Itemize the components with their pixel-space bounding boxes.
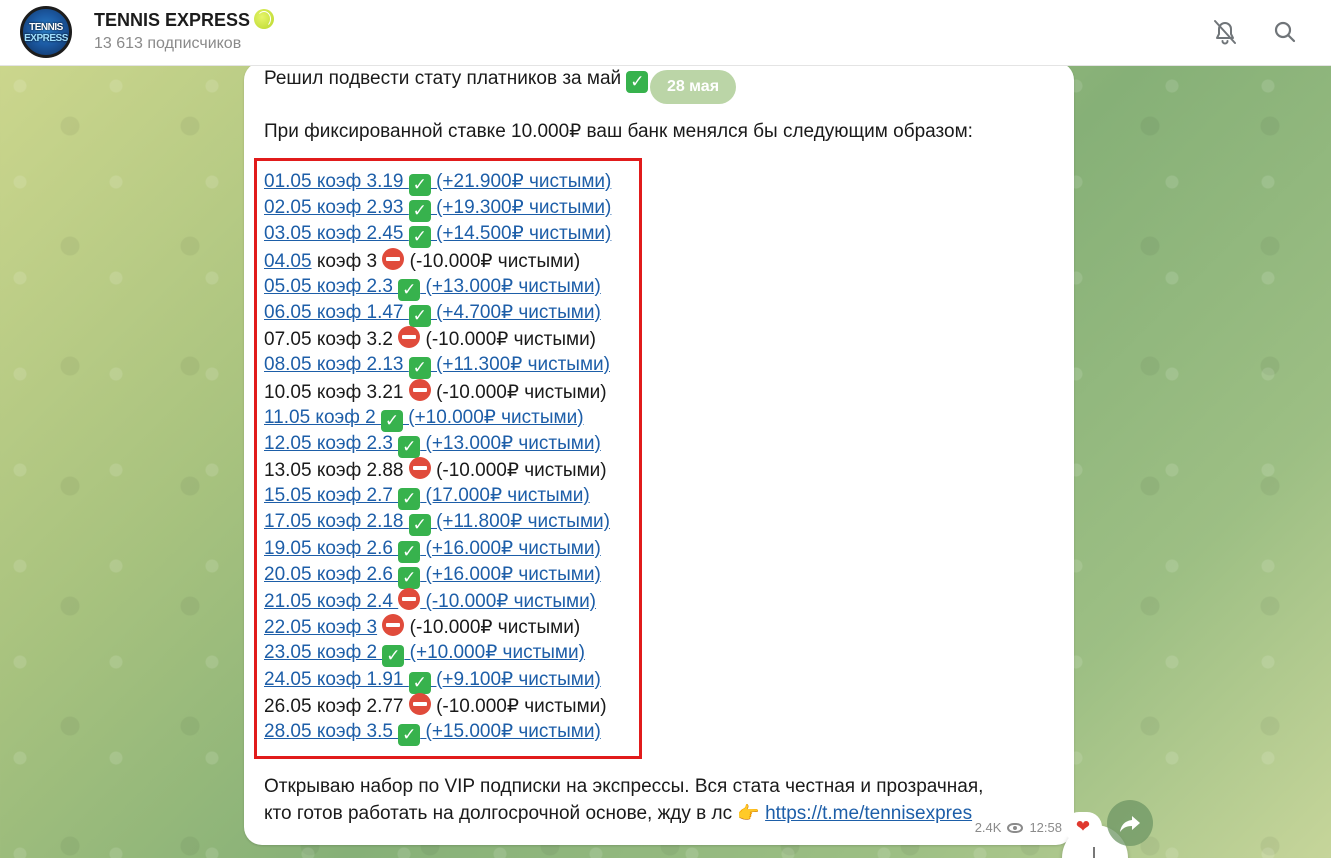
message-bubble: Решил подвести стату платников за май ✓ …: [244, 62, 1074, 845]
stats-row-text: коэф 3: [311, 250, 383, 272]
message-outro: Открываю набор по VIP подписки на экспре…: [264, 776, 984, 824]
subscriber-count: 13 613 подписчиков: [94, 35, 242, 52]
message-time: 12:58: [1029, 820, 1062, 835]
message-line2: При фиксированной ставке 10.000₽ ваш бан…: [264, 121, 973, 142]
stats-row-text: 10.05 коэф 3.21: [264, 381, 409, 403]
check-icon: ✓: [408, 174, 431, 196]
stats-row: 11.05 коэф 2 ✓ (+10.000₽ чистыми): [264, 405, 611, 432]
stats-row-result: (-10.000₽ чистыми): [404, 617, 581, 639]
channel-header: TENNIS EXPRESS TENNIS EXPRESS 13 613 под…: [0, 0, 1331, 66]
heart-reaction-icon[interactable]: ❤: [1064, 812, 1102, 842]
check-icon: ✓: [398, 435, 421, 458]
check-icon: ✓: [408, 200, 431, 223]
tennis-ball-icon: [254, 9, 275, 29]
stats-row-link[interactable]: 06.05 коэф 1.47 ✓ (+4.700₽ чистыми): [264, 302, 601, 327]
eye-icon: [1007, 823, 1024, 833]
bell-off-icon[interactable]: [1209, 16, 1241, 48]
stats-row: 23.05 коэф 2 ✓ (+10.000₽ чистыми): [264, 640, 611, 668]
stats-row: 05.05 коэф 2.3 ✓ (+13.000₽ чистыми): [264, 274, 611, 301]
stats-row: 13.05 коэф 2.88 (-10.000₽ чистыми): [264, 457, 611, 483]
stats-row: 10.05 коэф 3.21 (-10.000₽ чистыми): [264, 378, 611, 405]
stop-sign-icon: [408, 378, 431, 401]
stop-sign-icon: [408, 457, 431, 480]
stats-row: 26.05 коэф 2.77 (-10.000₽ чистыми): [264, 692, 611, 719]
stats-row: 07.05 коэф 3.2 (-10.000₽ чистыми): [264, 326, 611, 352]
check-icon: ✓: [408, 514, 431, 537]
avatar-line1: TENNIS: [29, 22, 63, 33]
stats-row-link[interactable]: 17.05 коэф 2.18 ✓ (+11.800₽ чистыми): [264, 511, 610, 537]
stats-row-link[interactable]: 19.05 коэф 2.6 ✓ (+16.000₽ чистыми): [264, 538, 601, 563]
stats-row-link[interactable]: 28.05 коэф 3.5 ✓ (+15.000₽ чистыми): [264, 721, 601, 746]
stop-sign-icon: [398, 588, 421, 610]
stats-row-result: (-10.000₽ чистыми): [404, 250, 581, 272]
channel-avatar[interactable]: TENNIS EXPRESS: [20, 6, 72, 58]
stats-row-link[interactable]: 05.05 коэф 2.3 ✓ (+13.000₽ чистыми): [264, 276, 601, 301]
stats-row: 20.05 коэф 2.6 ✓ (+16.000₽ чистыми): [264, 562, 611, 589]
stats-row-link[interactable]: 02.05 коэф 2.93 ✓ (+19.300₽ чистыми): [264, 197, 611, 223]
view-count: 2.4K: [974, 820, 1002, 835]
stats-row: 17.05 коэф 2.18 ✓ (+11.800₽ чистыми): [264, 509, 611, 537]
stats-row-link[interactable]: 20.05 коэф 2.6 ✓ (+16.000₽ чистыми): [264, 564, 601, 589]
stop-sign-icon: [408, 692, 431, 715]
check-icon: ✓: [626, 71, 649, 93]
check-icon: ✓: [398, 723, 421, 746]
stats-row: 19.05 коэф 2.6 ✓ (+16.000₽ чистыми): [264, 536, 611, 563]
stats-row-link[interactable]: 01.05 коэф 3.19 ✓ (+21.900₽ чистыми): [264, 171, 611, 196]
check-icon: ✓: [408, 671, 431, 694]
check-icon: ✓: [398, 540, 421, 563]
date-pill: 28 мая: [650, 70, 736, 104]
check-icon: ✓: [408, 357, 431, 380]
stats-row: 24.05 коэф 1.91 ✓ (+9.100₽ чистыми): [264, 667, 611, 694]
stats-row-link[interactable]: 11.05 коэф 2 ✓ (+10.000₽ чистыми): [264, 407, 584, 432]
check-icon: ✓: [398, 278, 421, 301]
stats-row-result: (-10.000₽ чистыми): [420, 329, 597, 351]
stats-row: 03.05 коэф 2.45 ✓ (+14.500₽ чистыми): [264, 221, 611, 249]
share-arrow-icon: [1120, 816, 1140, 832]
check-icon: ✓: [408, 304, 431, 327]
check-icon: ✓: [408, 226, 431, 249]
stats-row: 06.05 коэф 1.47 ✓ (+4.700₽ чистыми): [264, 300, 611, 327]
stats-row-text: 26.05 коэф 2.77: [264, 695, 409, 717]
stats-row: 21.05 коэф 2.4 (-10.000₽ чистыми): [264, 588, 611, 614]
stats-row-result: (-10.000₽ чистыми): [430, 460, 607, 482]
stats-row-link[interactable]: 21.05 коэф 2.4 (-10.000₽ чистыми): [264, 588, 596, 612]
stats-row: 15.05 коэф 2.7 ✓ (17.000₽ чистыми): [264, 483, 611, 511]
share-button[interactable]: [1107, 800, 1153, 846]
stats-row: 02.05 коэф 2.93 ✓ (+19.300₽ чистыми): [264, 195, 611, 223]
stats-row: 04.05 коэф 3 (-10.000₽ чистыми): [264, 247, 611, 274]
stats-row-link[interactable]: 23.05 коэф 2 ✓ (+10.000₽ чистыми): [264, 642, 585, 668]
stats-row: 28.05 коэф 3.5 ✓ (+15.000₽ чистыми): [264, 719, 611, 746]
check-icon: ✓: [382, 645, 405, 668]
stop-sign-icon: [382, 247, 405, 270]
stats-list: 01.05 коэф 3.19 ✓ (+21.900₽ чистыми) 02.0…: [264, 169, 611, 746]
stats-row: 01.05 коэф 3.19 ✓ (+21.900₽ чистыми): [264, 169, 611, 196]
telegram-link[interactable]: https://t.me/tennisexpres: [765, 803, 972, 824]
stats-row: 12.05 коэф 2.3 ✓ (+13.000₽ чистыми): [264, 431, 611, 458]
channel-title[interactable]: TENNIS EXPRESS: [94, 9, 275, 31]
stats-row: 22.05 коэф 3 (-10.000₽ чистыми): [264, 614, 611, 640]
stats-row-result: (-10.000₽ чистыми): [430, 381, 607, 403]
avatar-line2: EXPRESS: [24, 33, 68, 44]
message-meta: 2.4K 12:58: [975, 815, 1062, 841]
stats-row-link[interactable]: 24.05 коэф 1.91 ✓ (+9.100₽ чистыми): [264, 669, 601, 694]
stats-row: 08.05 коэф 2.13 ✓ (+11.300₽ чистыми): [264, 352, 611, 380]
check-icon: ✓: [380, 409, 403, 432]
stats-row-link[interactable]: 12.05 коэф 2.3 ✓ (+13.000₽ чистыми): [264, 433, 601, 458]
stats-row-link[interactable]: 15.05 коэф 2.7 ✓ (17.000₽ чистыми): [264, 485, 590, 511]
stats-row-text: 07.05 коэф 3.2: [264, 329, 399, 351]
stats-row-result: (-10.000₽ чистыми): [430, 695, 607, 717]
check-icon: ✓: [398, 488, 421, 511]
stats-row-date-link[interactable]: 04.05: [264, 251, 312, 272]
stats-row-link[interactable]: 22.05 коэф 3: [264, 617, 377, 638]
stats-row-link[interactable]: 03.05 коэф 2.45 ✓ (+14.500₽ чистыми): [264, 223, 611, 249]
stats-row-text: 13.05 коэф 2.88: [264, 460, 409, 482]
pointing-hand-icon: 👉: [737, 803, 760, 823]
search-icon[interactable]: [1269, 16, 1301, 48]
stats-row-link[interactable]: 08.05 коэф 2.13 ✓ (+11.300₽ чистыми): [264, 354, 610, 380]
check-icon: ✓: [398, 566, 421, 589]
stop-sign-icon: [398, 326, 421, 349]
stop-sign-icon: [382, 614, 405, 637]
